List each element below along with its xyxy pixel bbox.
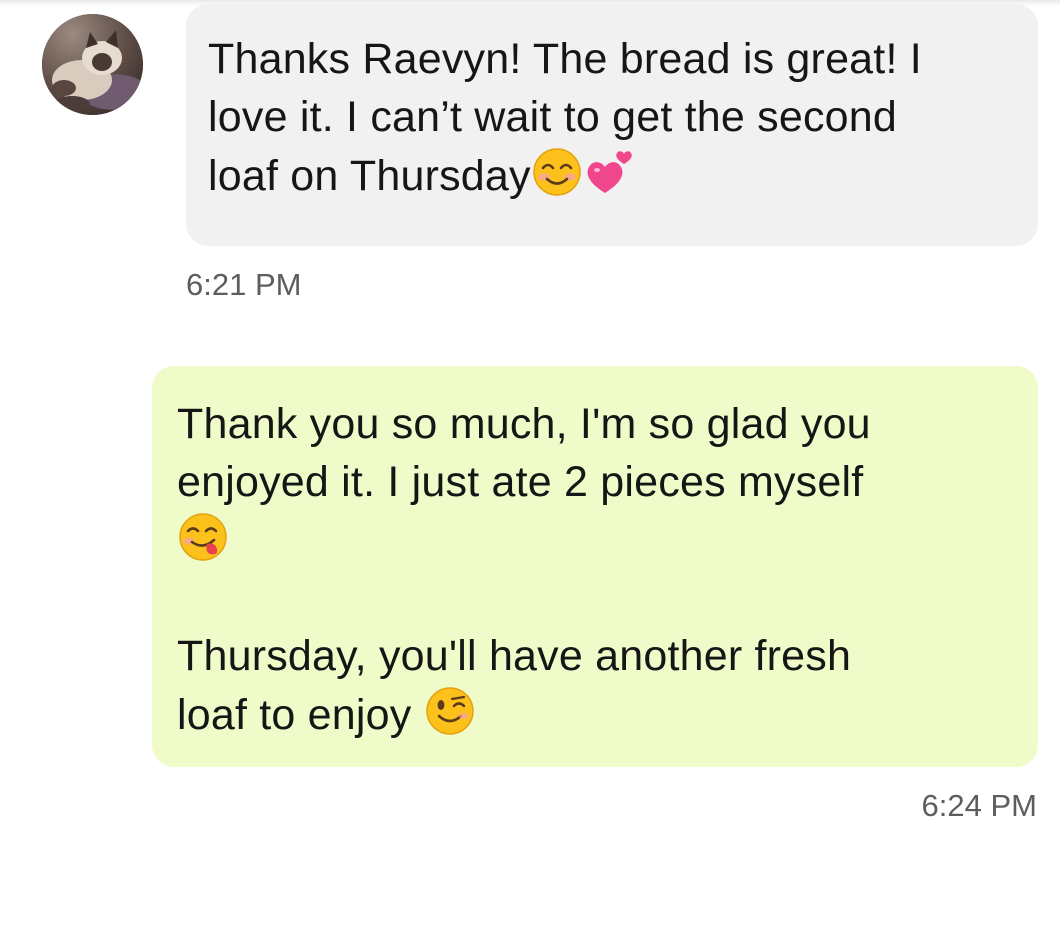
- outgoing-message-line-4-text: loaf to enjoy: [177, 691, 424, 739]
- outgoing-message-emoji-line: [177, 511, 1018, 569]
- smiling-face-icon: [531, 146, 583, 198]
- outgoing-message-line-1: Thank you so much, I'm so glad you: [177, 400, 871, 448]
- cat-photo-icon: [42, 14, 143, 115]
- outgoing-message-line-3: Thursday, you'll have another fresh: [177, 632, 852, 680]
- outgoing-message-blank-line: [177, 569, 1018, 627]
- outgoing-message-line-2: enjoyed it. I just ate 2 pieces myself: [177, 458, 864, 506]
- chat-screen: Thanks Raevyn! The bread is great! I lov…: [0, 0, 1060, 926]
- yummy-face-icon: [177, 511, 229, 563]
- incoming-message-timestamp: 6:21 PM: [186, 267, 302, 302]
- incoming-message-line-3-text: loaf on Thursday: [208, 152, 531, 200]
- outgoing-message-line-4: loaf to enjoy: [177, 685, 1018, 743]
- winking-face-icon: [424, 685, 476, 737]
- incoming-message-line-1: Thanks Raevyn! The bread is great! I: [208, 35, 922, 83]
- two-hearts-icon: [583, 146, 635, 198]
- incoming-message-bubble[interactable]: Thanks Raevyn! The bread is great! I lov…: [186, 4, 1038, 246]
- incoming-message-line-3: loaf on Thursday: [208, 146, 1018, 204]
- contact-avatar[interactable]: [42, 14, 143, 115]
- outgoing-message-bubble[interactable]: Thank you so much, I'm so glad you enjoy…: [152, 366, 1038, 767]
- outgoing-message-timestamp: 6:24 PM: [921, 788, 1037, 823]
- incoming-message-line-2: love it. I can’t wait to get the second: [208, 93, 898, 141]
